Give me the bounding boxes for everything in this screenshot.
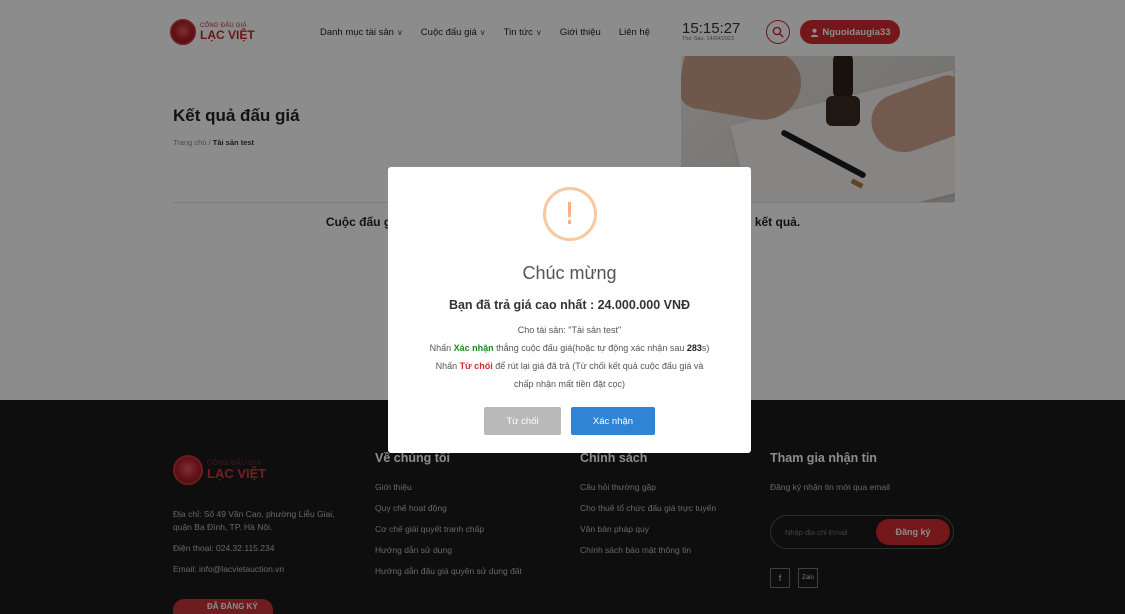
dialog-headline: Bạn đã trả giá cao nhất : 24.000.000 VNĐ bbox=[448, 298, 691, 312]
confirm-line-prefix: Nhấn bbox=[429, 343, 454, 353]
reject-line-prefix: Nhấn bbox=[435, 361, 460, 371]
confirm-line-middle: thắng cuộc đấu giá(hoặc tự động xác nhận… bbox=[493, 343, 687, 353]
auction-result-dialog: ! Chúc mừng Bạn đã trả giá cao nhất : 24… bbox=[388, 167, 751, 453]
dialog-reject-instruction-2: chấp nhận mất tiền đặt cọc) bbox=[513, 379, 626, 389]
confirm-button[interactable]: Xác nhận bbox=[571, 407, 655, 435]
warning-icon: ! bbox=[542, 187, 597, 241]
dialog-confirm-instruction: Nhấn Xác nhận thắng cuộc đấu giá(hoặc tự… bbox=[388, 339, 751, 357]
dialog-title: Chúc mừng bbox=[522, 263, 617, 283]
reject-line-suffix: để rút lại giá đã trả (Từ chối kết quả c… bbox=[492, 361, 704, 371]
reject-button[interactable]: Từ chối bbox=[484, 407, 561, 435]
dialog-asset-line: Cho tài sản: "Tài sản test" bbox=[517, 325, 622, 335]
confirm-line-suffix: s) bbox=[701, 343, 710, 353]
confirm-keyword: Xác nhận bbox=[453, 343, 494, 353]
dialog-reject-instruction: Nhấn Từ chối để rút lại giá đã trả (Từ c… bbox=[388, 357, 751, 375]
countdown-seconds: 283 bbox=[686, 343, 702, 353]
dialog-actions: Từ chối Xác nhận bbox=[388, 407, 751, 435]
reject-keyword: Từ chối bbox=[459, 361, 493, 371]
